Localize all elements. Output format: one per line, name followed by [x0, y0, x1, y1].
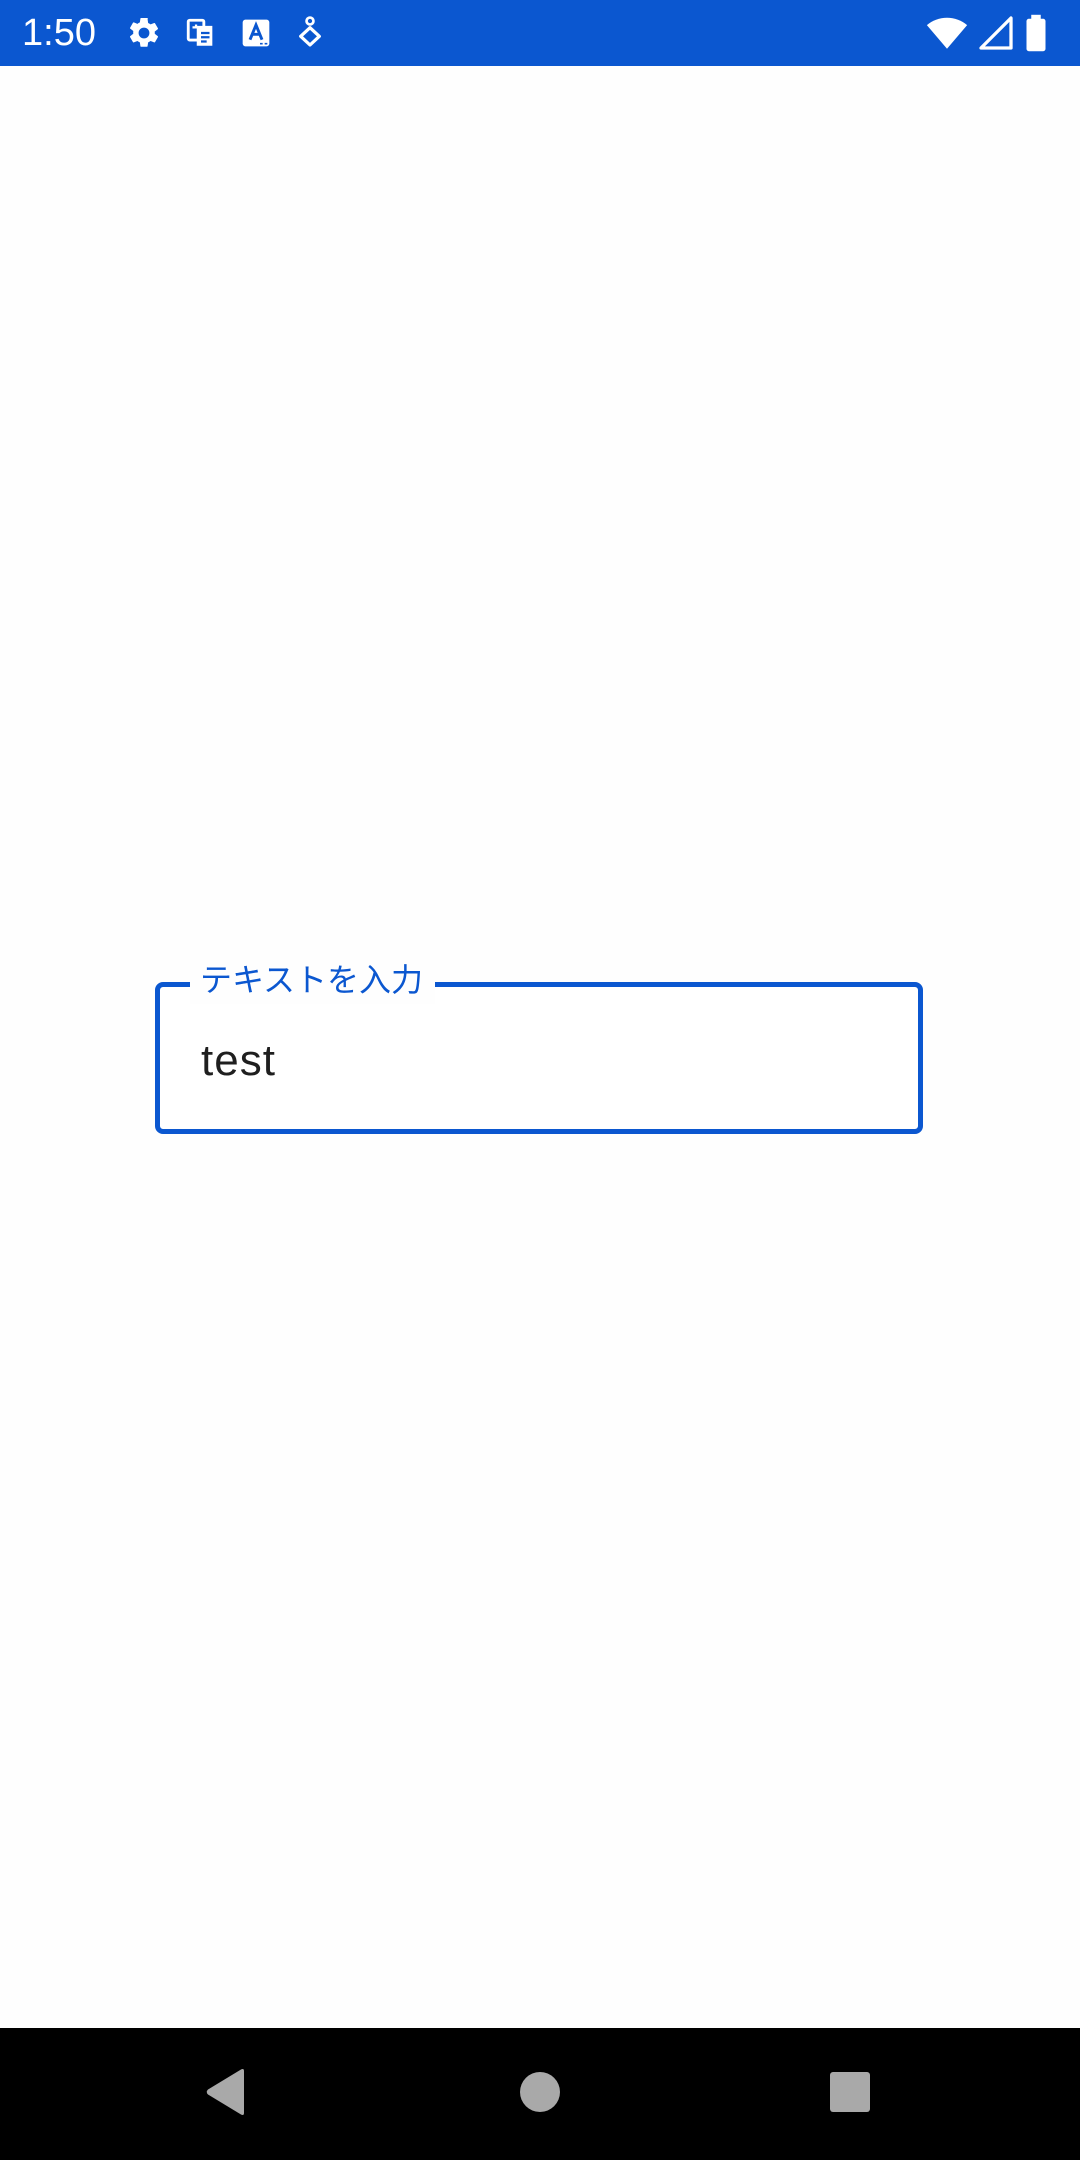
navigation-bar — [0, 2028, 1080, 2160]
translate-icon — [184, 16, 218, 50]
status-icons-right — [926, 13, 1048, 53]
status-time: 1:50 — [22, 12, 96, 54]
accessibility-icon — [294, 15, 326, 51]
cell-signal-icon — [978, 15, 1014, 51]
recents-icon — [829, 2071, 871, 2117]
home-button[interactable] — [504, 2058, 576, 2130]
main-content: テキストを入力 — [0, 66, 1080, 2028]
back-button[interactable] — [190, 2058, 262, 2130]
text-field[interactable]: テキストを入力 — [155, 956, 923, 1134]
recents-button[interactable] — [814, 2058, 886, 2130]
battery-icon — [1024, 14, 1048, 52]
text-input[interactable] — [201, 1031, 881, 1091]
wifi-icon — [926, 15, 968, 51]
back-icon — [204, 2068, 248, 2120]
home-icon — [518, 2070, 562, 2118]
font-a-icon — [240, 17, 272, 49]
text-field-label: テキストを入力 — [190, 956, 436, 1004]
settings-icon — [126, 15, 162, 51]
status-icons-left — [126, 13, 326, 53]
status-bar: 1:50 — [0, 0, 1080, 66]
